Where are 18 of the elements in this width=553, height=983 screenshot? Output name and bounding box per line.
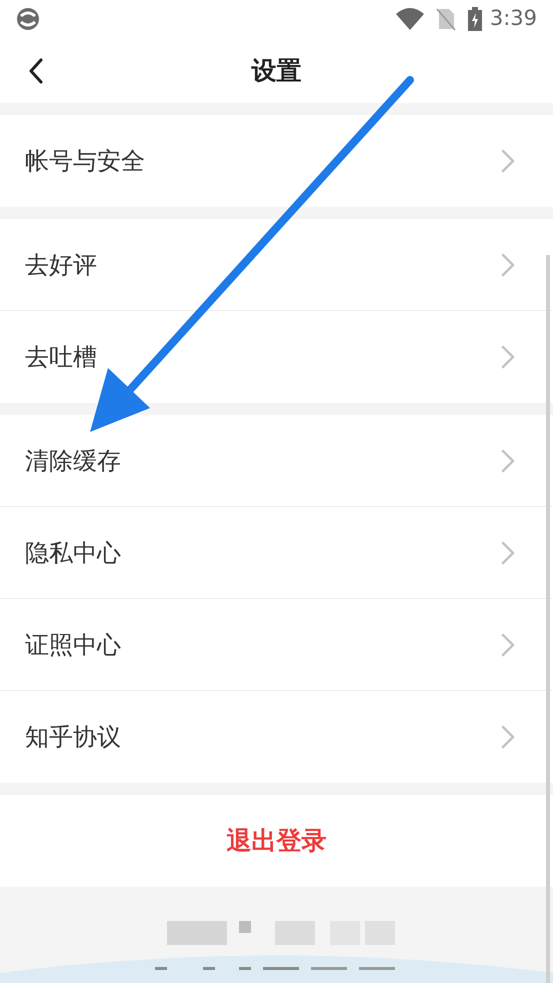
back-icon	[28, 58, 44, 84]
status-time: 3:39	[490, 5, 537, 32]
settings-item[interactable]: 知乎协议	[0, 691, 553, 783]
no-sim-icon	[436, 7, 456, 31]
app-logo-icon	[16, 7, 40, 31]
chevron-right-icon	[501, 448, 515, 472]
chevron-right-icon	[501, 632, 515, 656]
chevron-right-icon	[501, 252, 515, 276]
battery-charging-icon	[468, 7, 482, 31]
wifi-icon	[396, 8, 424, 30]
logout-button[interactable]: 退出登录	[0, 795, 553, 887]
chevron-right-icon	[501, 149, 515, 173]
page-title: 设置	[252, 54, 302, 87]
chevron-right-icon	[501, 345, 515, 369]
chevron-right-icon	[501, 540, 515, 564]
settings-item[interactable]: 帐号与安全	[0, 115, 553, 207]
settings-item[interactable]: 去吐槽	[0, 311, 553, 403]
chevron-right-icon	[501, 725, 515, 749]
